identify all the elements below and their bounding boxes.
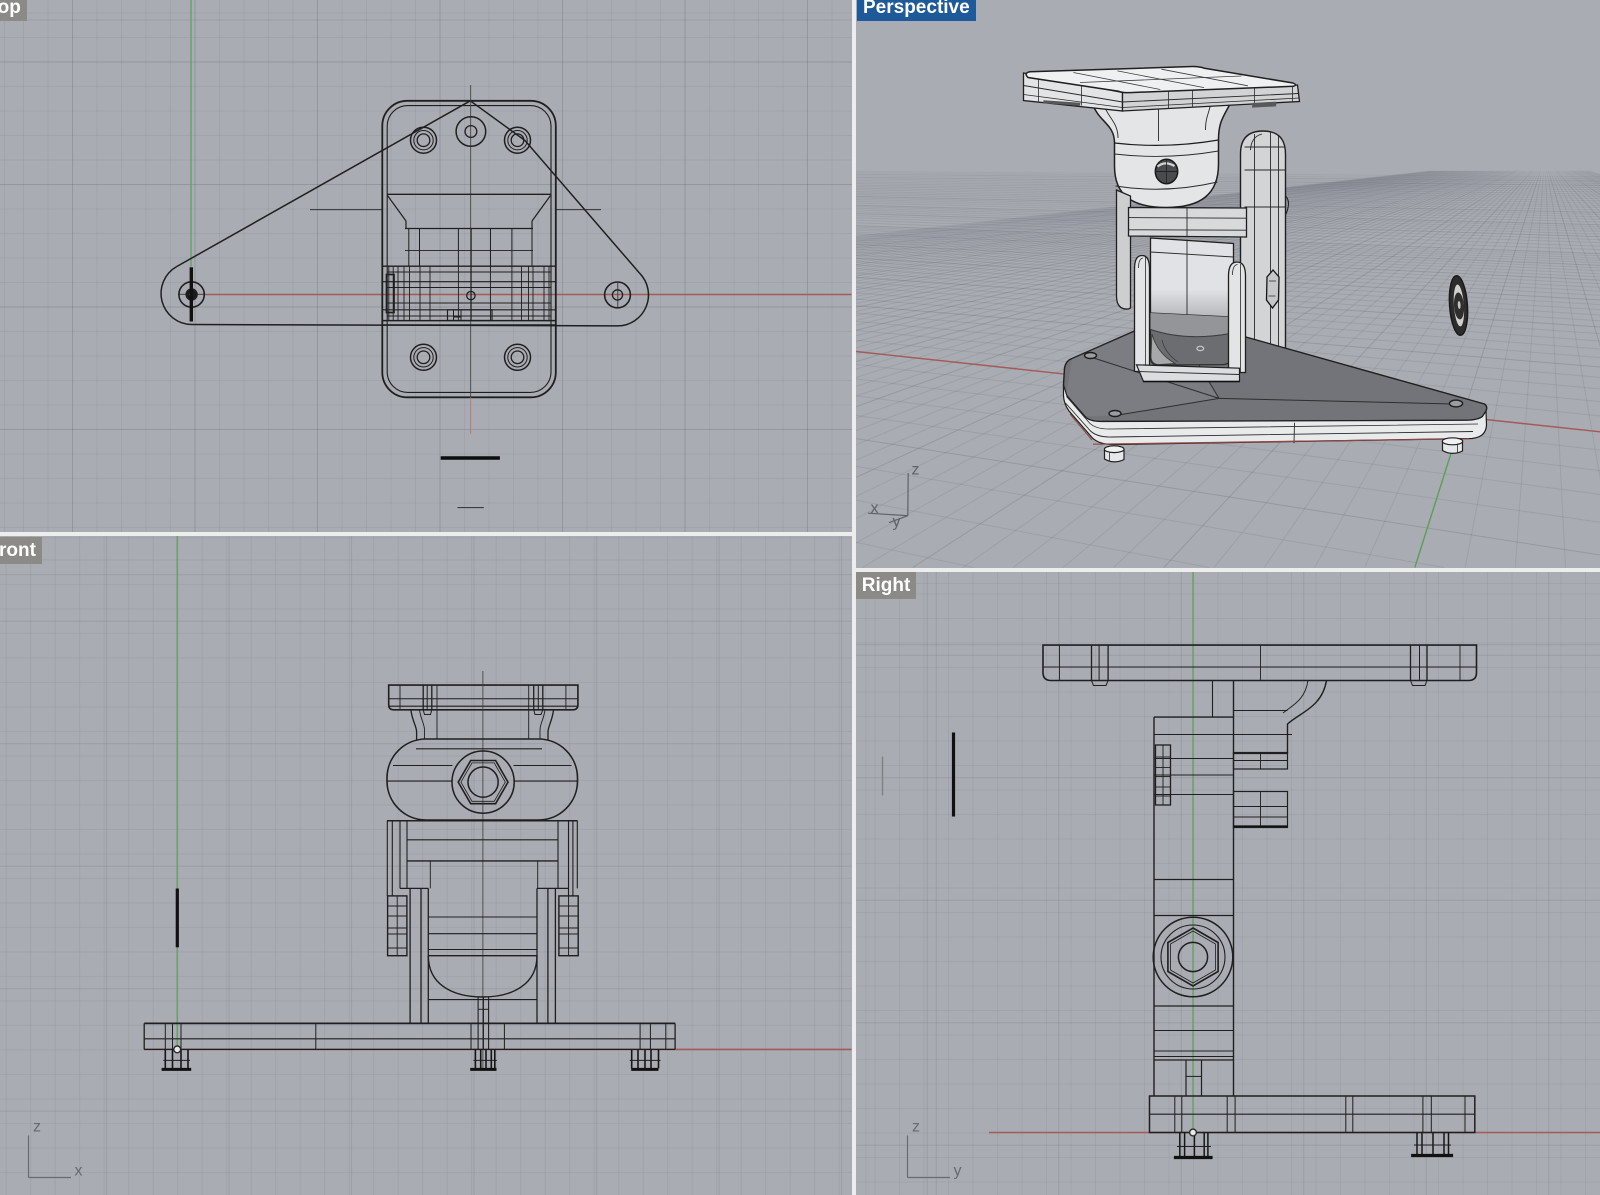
svg-text:y: y xyxy=(892,514,900,531)
svg-text:x: x xyxy=(870,500,878,517)
svg-text:z: z xyxy=(33,1118,41,1135)
svg-text:x: x xyxy=(75,1162,83,1179)
svg-text:z: z xyxy=(911,462,919,479)
svg-text:y: y xyxy=(953,1162,961,1179)
svg-text:z: z xyxy=(912,1118,920,1135)
